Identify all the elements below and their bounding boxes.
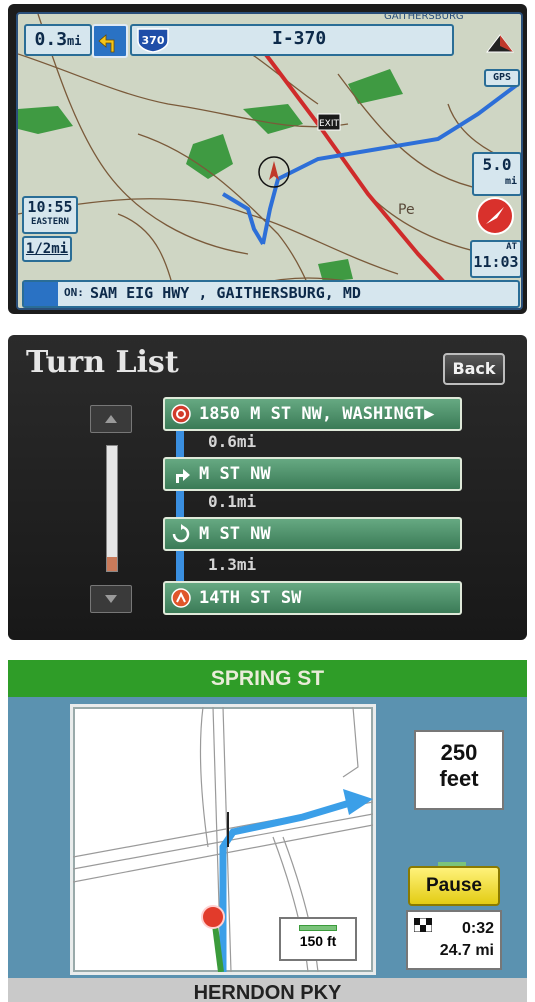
road-bar-accent xyxy=(24,282,58,306)
current-road-bar: ON: SAM EIG HWY , GAITHERSBURG, MD xyxy=(22,280,520,308)
on-label: ON: xyxy=(64,286,84,299)
map-panel: EXIT Pe 0.3mi 370 I-370 GAITHERSBURG GPS xyxy=(8,4,527,314)
distance-unit: mi xyxy=(67,34,82,48)
nav-panel: SPRING ST 150 ft 250 feet Pause 0:32 24.… xyxy=(8,660,527,1002)
map-screen[interactable]: EXIT Pe 0.3mi 370 I-370 GAITHERSBURG GPS xyxy=(16,12,523,310)
remaining-distance-unit: mi xyxy=(504,176,517,187)
map-scale-box: 150 ft xyxy=(279,917,357,961)
route-shield-number: 370 xyxy=(142,34,165,47)
road-name: I-370 xyxy=(272,28,327,49)
scroll-down-button[interactable] xyxy=(90,585,132,613)
eta-box: AT 11:03 xyxy=(470,240,521,278)
route-arrow-icon xyxy=(343,789,373,815)
turn-distance: 0.6mi xyxy=(208,432,257,451)
clock-timezone: EASTERN xyxy=(31,217,69,227)
remaining-distance-box: 5.0 mi xyxy=(472,152,521,196)
chevron-down-icon xyxy=(105,595,117,603)
clock-time: 10:55 xyxy=(27,198,73,216)
turn-left-icon xyxy=(92,24,128,58)
route-connector xyxy=(176,430,184,458)
turn-right-icon xyxy=(176,469,190,483)
time-remaining: 0:32 xyxy=(461,920,494,937)
clock-box: 10:55 EASTERN xyxy=(22,196,78,234)
scrollbar-thumb[interactable] xyxy=(107,557,117,571)
scrollbar-track[interactable] xyxy=(106,445,118,572)
turn-distance: 1.3mi xyxy=(208,555,257,574)
next-street-banner: SPRING ST xyxy=(8,660,527,697)
map-scale-button[interactable]: 1/2mi xyxy=(22,236,72,262)
trip-summary-box[interactable]: 0:32 24.7 mi xyxy=(406,910,502,970)
turn-distance-box: 250 feet xyxy=(414,730,504,810)
route-connector xyxy=(176,550,184,583)
distance-remaining: 24.7 mi xyxy=(439,942,494,959)
scale-label: 150 ft xyxy=(299,933,337,949)
interstate-shield-icon: 370 xyxy=(137,28,169,53)
eta-at-label: AT xyxy=(506,242,517,252)
map-city-label: GAITHERSBURG xyxy=(384,12,464,22)
scale-bar xyxy=(299,925,337,931)
distance-value: 0.3 xyxy=(34,29,68,50)
turn-list-item[interactable]: M ST NW xyxy=(163,517,462,551)
turn-list-title: Turn List xyxy=(26,345,179,380)
turn-distance-unit: feet xyxy=(439,766,479,791)
distance-to-turn: 0.3mi xyxy=(24,24,92,56)
destination-icon xyxy=(171,404,191,424)
current-street-banner: HERNDON PKY xyxy=(8,978,527,1002)
north-compass-icon[interactable] xyxy=(484,32,516,54)
heading-compass-icon xyxy=(475,196,515,236)
turn-list-item[interactable]: 14TH ST SW xyxy=(163,581,462,615)
checkered-flag-icon xyxy=(414,918,432,932)
turn-list-panel: Turn List Back 1850 M ST NW, WASHINGT▶ 0… xyxy=(8,335,527,640)
current-position-icon xyxy=(201,905,225,929)
turn-label: 1850 M ST NW, WASHINGT▶ xyxy=(199,404,435,424)
current-location: SAM EIG HWY , GAITHERSBURG, MD xyxy=(90,284,361,302)
remaining-distance-value: 5.0 xyxy=(482,155,512,174)
eta-time: 11:03 xyxy=(473,253,519,271)
turn-label: M ST NW xyxy=(199,464,271,484)
turn-preview-map[interactable]: 150 ft xyxy=(70,704,376,975)
turn-label: M ST NW xyxy=(199,524,271,544)
u-turn-icon xyxy=(172,524,190,543)
turn-list-item[interactable]: 1850 M ST NW, WASHINGT▶ xyxy=(163,397,462,431)
route-connector xyxy=(176,490,184,518)
pause-button[interactable]: Pause xyxy=(408,866,500,906)
map-street-fragment: Pe xyxy=(398,202,415,218)
chevron-up-icon xyxy=(105,415,117,423)
route-line xyxy=(221,192,265,246)
turn-list-item[interactable]: M ST NW xyxy=(163,457,462,491)
road-banner: 370 I-370 xyxy=(130,24,454,56)
back-button[interactable]: Back xyxy=(443,353,505,385)
turn-label: 14TH ST SW xyxy=(199,588,302,608)
scroll-up-button[interactable] xyxy=(90,405,132,433)
turn-distance: 0.1mi xyxy=(208,492,257,511)
exit-label: EXIT xyxy=(319,119,340,129)
gps-indicator: GPS xyxy=(484,69,520,87)
turn-distance-value: 250 xyxy=(440,740,478,765)
park-area xyxy=(18,106,73,134)
start-icon xyxy=(171,588,191,608)
